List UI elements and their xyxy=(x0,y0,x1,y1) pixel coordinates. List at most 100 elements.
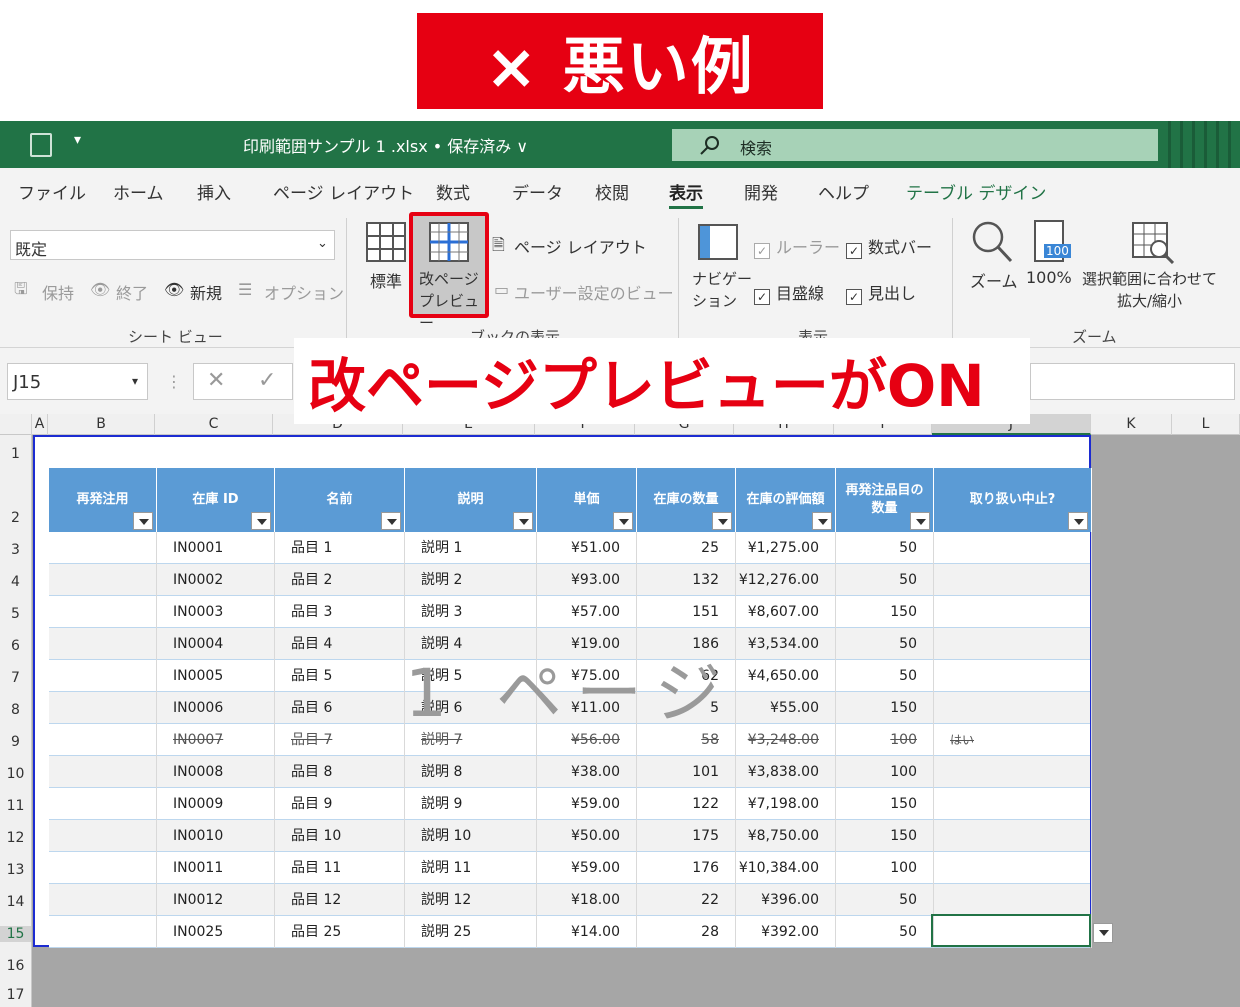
table-cell[interactable] xyxy=(49,564,157,596)
table-cell[interactable]: 150 xyxy=(836,692,934,724)
table-cell[interactable]: 50 xyxy=(836,916,934,948)
table-cell[interactable]: ¥38.00 xyxy=(537,756,637,788)
table-cell[interactable] xyxy=(934,692,1092,724)
confirm-icon[interactable]: ✓ xyxy=(258,368,276,393)
table-cell[interactable]: ¥93.00 xyxy=(537,564,637,596)
zoom-button[interactable]: ズーム xyxy=(970,268,1018,292)
table-cell[interactable]: 176 xyxy=(637,852,736,884)
tab-file[interactable]: ファイル xyxy=(18,179,86,204)
table-cell[interactable]: 50 xyxy=(836,660,934,692)
table-cell[interactable]: 説明 25 xyxy=(405,916,537,948)
table-cell[interactable]: ¥59.00 xyxy=(537,852,637,884)
table-cell[interactable]: ¥12,276.00 xyxy=(736,564,836,596)
table-cell[interactable] xyxy=(49,820,157,852)
normal-view-button[interactable]: 標準 xyxy=(370,268,402,292)
row-header-17[interactable]: 17 xyxy=(0,987,31,1003)
filter-dropdown-icon[interactable] xyxy=(712,512,732,530)
row-header-8[interactable]: 8 xyxy=(0,702,31,718)
table-cell[interactable]: 説明 3 xyxy=(405,596,537,628)
column-header-c[interactable]: C xyxy=(155,414,273,435)
normal-view-icon[interactable] xyxy=(366,222,406,262)
active-cell-j15[interactable] xyxy=(931,914,1091,947)
column-header-b[interactable]: B xyxy=(48,414,155,435)
sheet-view-dropdown[interactable]: 既定 ⌄ xyxy=(10,230,335,260)
table-cell[interactable] xyxy=(934,756,1092,788)
table-cell[interactable] xyxy=(49,692,157,724)
exit-view-button[interactable]: 終了 xyxy=(116,280,148,304)
row-header-1[interactable]: 1 xyxy=(0,446,31,462)
table-cell[interactable]: IN0004 xyxy=(157,628,275,660)
tab-developer[interactable]: 開発 xyxy=(744,179,778,204)
table-cell[interactable]: 122 xyxy=(637,788,736,820)
table-cell[interactable] xyxy=(934,788,1092,820)
table-cell[interactable] xyxy=(49,916,157,948)
table-cell[interactable]: IN0003 xyxy=(157,596,275,628)
table-cell[interactable]: ¥3,534.00 xyxy=(736,628,836,660)
row-header-7[interactable]: 7 xyxy=(0,670,31,686)
table-cell[interactable]: 22 xyxy=(637,884,736,916)
filter-dropdown-icon[interactable] xyxy=(381,512,401,530)
zoom-icon[interactable] xyxy=(970,220,1014,264)
table-cell[interactable]: 品目 3 xyxy=(275,596,405,628)
table-cell[interactable]: 101 xyxy=(637,756,736,788)
page-layout-view-button[interactable]: ページ レイアウト xyxy=(514,234,647,258)
table-cell[interactable]: 100 xyxy=(836,852,934,884)
table-cell[interactable]: 品目 1 xyxy=(275,532,405,564)
table-cell[interactable]: 50 xyxy=(836,532,934,564)
table-cell[interactable]: 100 xyxy=(836,724,934,756)
filter-dropdown-icon[interactable] xyxy=(1068,512,1088,530)
tab-view[interactable]: 表示 xyxy=(669,179,703,209)
row-header-5[interactable]: 5 xyxy=(0,606,31,622)
quick-access-dropdown-icon[interactable]: ▾ xyxy=(74,132,81,148)
table-cell[interactable] xyxy=(934,884,1092,916)
table-cell[interactable]: IN0007 xyxy=(157,724,275,756)
table-cell[interactable] xyxy=(934,628,1092,660)
table-cell[interactable]: ¥3,838.00 xyxy=(736,756,836,788)
new-view-button[interactable]: 新規 xyxy=(190,280,222,304)
table-cell[interactable]: 150 xyxy=(836,596,934,628)
table-cell[interactable]: 品目 2 xyxy=(275,564,405,596)
tab-review[interactable]: 校閲 xyxy=(595,179,629,204)
zoom-to-selection-icon[interactable] xyxy=(1132,222,1174,264)
table-cell[interactable] xyxy=(934,820,1092,852)
table-header-cell[interactable]: 取り扱い中止? xyxy=(934,468,1092,532)
table-cell[interactable]: ¥1,275.00 xyxy=(736,532,836,564)
row-header-13[interactable]: 13 xyxy=(0,862,31,878)
table-cell[interactable]: ¥392.00 xyxy=(736,916,836,948)
table-header-cell[interactable]: 再発注品目の 数量 xyxy=(836,468,934,532)
table-cell[interactable]: 品目 8 xyxy=(275,756,405,788)
table-cell[interactable]: IN0009 xyxy=(157,788,275,820)
table-cell[interactable]: 50 xyxy=(836,628,934,660)
custom-views-button[interactable]: ユーザー設定のビュー xyxy=(514,280,674,304)
table-cell[interactable]: 品目 7 xyxy=(275,724,405,756)
table-cell[interactable]: 品目 10 xyxy=(275,820,405,852)
headings-checkbox[interactable]: ✓ 見出し xyxy=(846,280,916,305)
tab-formulas[interactable]: 数式 xyxy=(436,179,470,204)
table-cell[interactable] xyxy=(49,532,157,564)
table-cell[interactable]: ¥7,198.00 xyxy=(736,788,836,820)
workbook-title[interactable]: 印刷範囲サンプル 1 .xlsx • 保存済み ∨ xyxy=(243,133,528,157)
table-cell[interactable]: 説明 12 xyxy=(405,884,537,916)
table-cell[interactable]: ¥18.00 xyxy=(537,884,637,916)
table-cell[interactable]: ¥50.00 xyxy=(537,820,637,852)
table-cell[interactable]: 説明 8 xyxy=(405,756,537,788)
filter-dropdown-icon[interactable] xyxy=(910,512,930,530)
table-header-cell[interactable]: 説明 xyxy=(405,468,537,532)
table-cell[interactable]: IN0025 xyxy=(157,916,275,948)
table-cell[interactable]: ¥59.00 xyxy=(537,788,637,820)
table-cell[interactable]: IN0010 xyxy=(157,820,275,852)
table-header-cell[interactable]: 在庫 ID xyxy=(157,468,275,532)
tab-table-design[interactable]: テーブル デザイン xyxy=(906,179,1046,204)
table-cell[interactable]: 説明 11 xyxy=(405,852,537,884)
table-cell[interactable]: ¥396.00 xyxy=(736,884,836,916)
zoom-to-selection-button[interactable]: 選択範囲に合わせて 拡大/縮小 xyxy=(1082,268,1217,312)
table-cell[interactable]: 151 xyxy=(637,596,736,628)
row-header-15[interactable]: 15 xyxy=(0,926,31,942)
table-cell[interactable] xyxy=(49,788,157,820)
row-header-12[interactable]: 12 xyxy=(0,830,31,846)
row-header-9[interactable]: 9 xyxy=(0,734,31,750)
formula-bar-checkbox[interactable]: ✓ 数式バー xyxy=(846,234,932,259)
table-cell[interactable]: ¥55.00 xyxy=(736,692,836,724)
zoom-100-button[interactable]: 100% xyxy=(1026,268,1072,287)
table-cell[interactable]: 説明 10 xyxy=(405,820,537,852)
